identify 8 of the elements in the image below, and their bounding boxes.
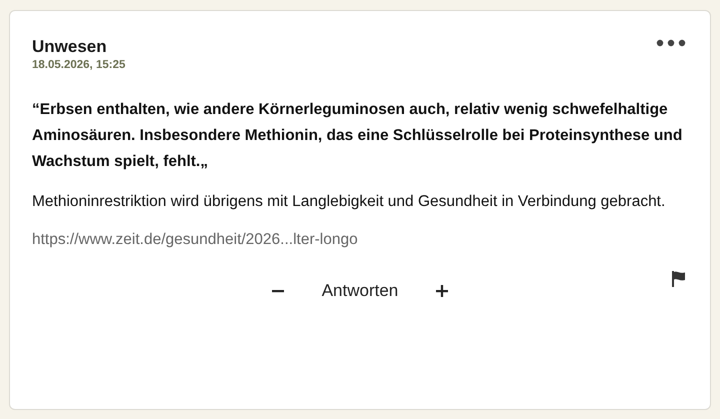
comment-text: Methioninrestriktion wird übrigens mit Langlebigkeit und Gesundheit in Verbindung gebracht. — [32, 192, 666, 212]
flag-icon[interactable] — [670, 269, 688, 289]
quote-text: “Erbsen enthalten, wie andere Körnerleguminosen auch, relativ wenig schwefelhaltige Aminosäuren. Insbesondere Methionin, das eine Schlüsselrolle bei Proteinsynthese und Wachstum spielt, fehlt.„ — [32, 100, 684, 172]
reply-button[interactable]: Antworten — [314, 277, 406, 305]
author-name: Unwesen — [32, 37, 108, 57]
timestamp: 18.05.2026, 15:25 — [32, 59, 126, 71]
article-link[interactable]: https://www.zeit.de/gesundheit/2026...lter-longo — [32, 231, 358, 249]
more-icon[interactable] — [654, 37, 688, 49]
